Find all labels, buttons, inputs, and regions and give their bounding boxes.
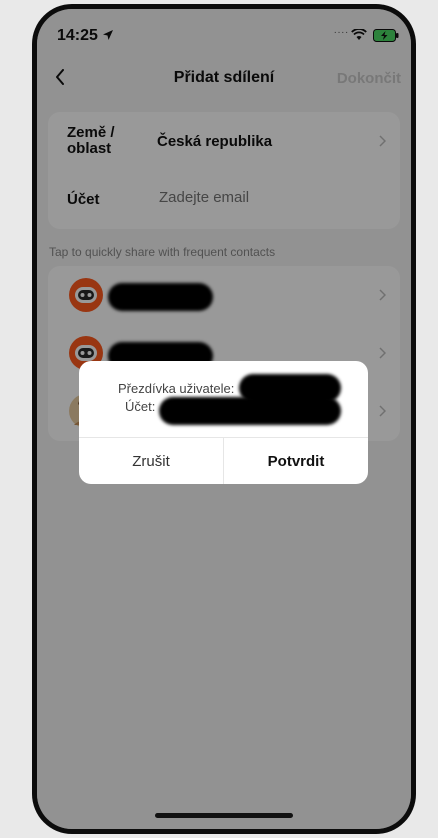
confirm-share-dialog: Přezdívka uživatele: Účet: Zrušit Potvrd… — [79, 361, 368, 484]
dialog-nickname-label: Přezdívka uživatele: — [118, 381, 235, 396]
dialog-account-label: Účet: — [125, 399, 156, 414]
phone-frame: 14:25 .... Přidat sdílení Dokončit Země … — [32, 4, 416, 834]
home-indicator[interactable] — [155, 813, 293, 818]
redacted-account — [159, 397, 341, 425]
cancel-button[interactable]: Zrušit — [79, 438, 223, 484]
confirm-button[interactable]: Potvrdit — [224, 438, 368, 484]
app-screen: 14:25 .... Přidat sdílení Dokončit Země … — [37, 9, 411, 829]
